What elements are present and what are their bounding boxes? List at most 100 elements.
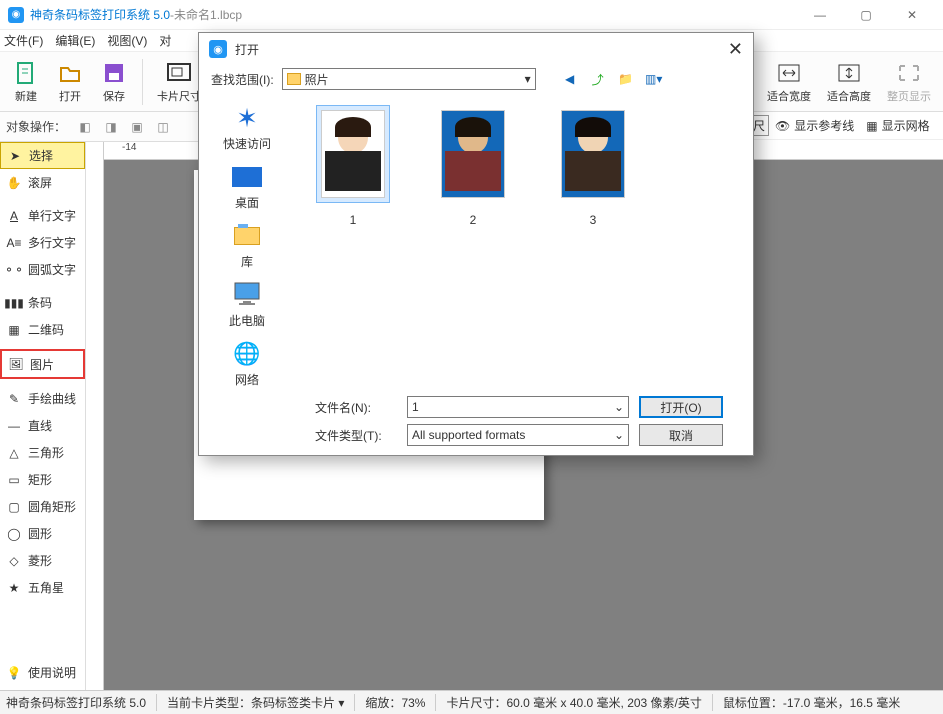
- qrcode-icon: ▦: [6, 322, 22, 338]
- place-network[interactable]: 🌐 网络: [207, 339, 287, 388]
- tool-star-label: 五角星: [28, 579, 64, 596]
- star-access-icon: ✶: [230, 103, 264, 133]
- view-menu-button[interactable]: ▥▾: [644, 69, 664, 89]
- tool-diamond-label: 菱形: [28, 552, 52, 569]
- toolbar-separator: [142, 59, 143, 105]
- tool-ellipse[interactable]: ◯圆形: [0, 520, 85, 547]
- tool-triangle-label: 三角形: [28, 444, 64, 461]
- tool-image-label: 图片: [30, 356, 54, 373]
- layer-icon-3[interactable]: ▣: [126, 116, 148, 138]
- fit-width-button[interactable]: 适合宽度: [761, 55, 817, 109]
- place-libraries[interactable]: 库: [207, 221, 287, 270]
- tool-roundrect[interactable]: ▢圆角矩形: [0, 493, 85, 520]
- dialog-cancel-button[interactable]: 取消: [639, 424, 723, 446]
- status-zoom: 缩放：73%: [365, 694, 436, 711]
- tool-diamond[interactable]: ◇ 菱形: [0, 547, 85, 574]
- bulb-icon: 💡: [6, 665, 22, 681]
- rect-icon: ▭: [6, 472, 22, 488]
- grid-icon: ▦: [866, 119, 877, 133]
- layer-icon-2[interactable]: ◨: [100, 116, 122, 138]
- tool-select[interactable]: ➤选择: [0, 142, 85, 169]
- place-quick-access[interactable]: ✶ 快速访问: [207, 103, 287, 152]
- tool-rect-label: 矩形: [28, 471, 52, 488]
- star-icon: ★: [6, 580, 22, 596]
- diamond-icon: ◇: [6, 553, 22, 569]
- fit-height-button[interactable]: 适合高度: [821, 55, 877, 109]
- layer-icon-1[interactable]: ◧: [74, 116, 96, 138]
- line-icon: —: [6, 418, 22, 434]
- place-desktop-label: 桌面: [235, 194, 259, 211]
- dialog-close-button[interactable]: ✕: [728, 39, 743, 60]
- open-button[interactable]: 打开: [50, 55, 90, 109]
- minimize-button[interactable]: —: [797, 0, 843, 30]
- menu-file[interactable]: 文件(F): [4, 32, 43, 49]
- libraries-icon: [230, 221, 264, 251]
- file-item-1[interactable]: 1: [303, 105, 403, 395]
- tool-triangle[interactable]: △ 三角形: [0, 439, 85, 466]
- tool-multi-text[interactable]: A≡多行文字: [0, 229, 85, 256]
- maximize-button[interactable]: ▢: [843, 0, 889, 30]
- menu-view[interactable]: 视图(V): [107, 32, 147, 49]
- file-3-caption: 3: [590, 213, 597, 227]
- tool-image[interactable]: 🖼图片: [0, 349, 85, 379]
- triangle-icon: △: [6, 445, 22, 461]
- show-guides-button[interactable]: 👁 显示参考线: [769, 117, 860, 134]
- tool-freehand[interactable]: ✎手绘曲线: [0, 385, 85, 412]
- close-button[interactable]: ✕: [889, 0, 935, 30]
- new-folder-button[interactable]: 📁: [616, 69, 636, 89]
- place-desktop[interactable]: 桌面: [207, 162, 287, 211]
- tool-rect[interactable]: ▭ 矩形: [0, 466, 85, 493]
- file-2-caption: 2: [470, 213, 477, 227]
- filetype-select[interactable]: All supported formats⌄: [407, 424, 629, 446]
- status-card-type: 当前卡片类型：条码标签类卡片 ▾: [167, 694, 355, 711]
- status-size-label: 卡片尺寸：: [446, 696, 506, 710]
- ellipse-icon: ◯: [6, 526, 22, 542]
- show-grid-button[interactable]: ▦ 显示网格: [860, 117, 935, 134]
- menu-object[interactable]: 对: [159, 32, 171, 49]
- file-item-3[interactable]: 3: [543, 105, 643, 395]
- file-item-2[interactable]: 2: [423, 105, 523, 395]
- filetype-label: 文件类型(T):: [315, 427, 397, 444]
- desktop-icon: [230, 162, 264, 192]
- up-button[interactable]: ⤴: [588, 69, 608, 89]
- status-card-type-label: 当前卡片类型：: [167, 696, 251, 710]
- layer-icon-4[interactable]: ◫: [152, 116, 174, 138]
- tool-pan[interactable]: ✋滚屏: [0, 169, 85, 196]
- chevron-down-icon: ▾: [525, 72, 531, 86]
- card-size-icon: [166, 60, 192, 86]
- filename-input[interactable]: 1⌄: [407, 396, 629, 418]
- show-guides-label: 显示参考线: [794, 117, 854, 134]
- tool-barcode[interactable]: ▮▮▮条码: [0, 289, 85, 316]
- tool-arc-text[interactable]: ⚬⚬圆弧文字: [0, 256, 85, 283]
- full-page-button[interactable]: 整页显示: [881, 55, 937, 109]
- lookin-combo[interactable]: 照片 ▾: [282, 68, 536, 90]
- chevron-down-icon: ⌄: [614, 400, 624, 414]
- doc-name: 未命名1.lbcp: [174, 6, 242, 23]
- tool-line[interactable]: —直线: [0, 412, 85, 439]
- dialog-open-button[interactable]: 打开(O): [639, 396, 723, 418]
- save-button[interactable]: 保存: [94, 55, 134, 109]
- status-mouse-value: -17.0 毫米，16.5 毫米: [783, 696, 900, 710]
- dialog-titlebar[interactable]: ◉ 打开 ✕: [199, 33, 753, 65]
- lookin-label: 查找范围(I):: [211, 71, 274, 88]
- left-tool-panel: ➤选择 ✋滚屏 A单行文字 A≡多行文字 ⚬⚬圆弧文字 ▮▮▮条码 ▦二维码 🖼…: [0, 142, 86, 690]
- tool-freehand-label: 手绘曲线: [28, 390, 76, 407]
- full-page-label: 整页显示: [887, 88, 931, 104]
- place-thispc[interactable]: 此电脑: [207, 280, 287, 329]
- tool-star[interactable]: ★ 五角星: [0, 574, 85, 601]
- save-label: 保存: [103, 88, 125, 104]
- dialog-lookin-row: 查找范围(I): 照片 ▾ ◀ ⤴ 📁 ▥▾: [199, 65, 753, 93]
- fit-width-label: 适合宽度: [767, 88, 811, 104]
- menu-edit[interactable]: 编辑(E): [55, 32, 95, 49]
- arc-text-icon: ⚬⚬: [6, 262, 22, 278]
- network-icon: 🌐: [230, 339, 264, 369]
- tool-qrcode[interactable]: ▦二维码: [0, 316, 85, 343]
- help-button[interactable]: 💡使用说明: [0, 659, 85, 686]
- status-size: 卡片尺寸：60.0 毫米 x 40.0 毫米, 203 像素/英寸: [446, 694, 712, 711]
- barcode-icon: ▮▮▮: [6, 295, 22, 311]
- new-button[interactable]: 新建: [6, 55, 46, 109]
- back-button[interactable]: ◀: [560, 69, 580, 89]
- file-list[interactable]: 1 2 3: [295, 97, 753, 403]
- status-mouse: 鼠标位置：-17.0 毫米，16.5 毫米: [723, 694, 900, 711]
- tool-single-text[interactable]: A单行文字: [0, 202, 85, 229]
